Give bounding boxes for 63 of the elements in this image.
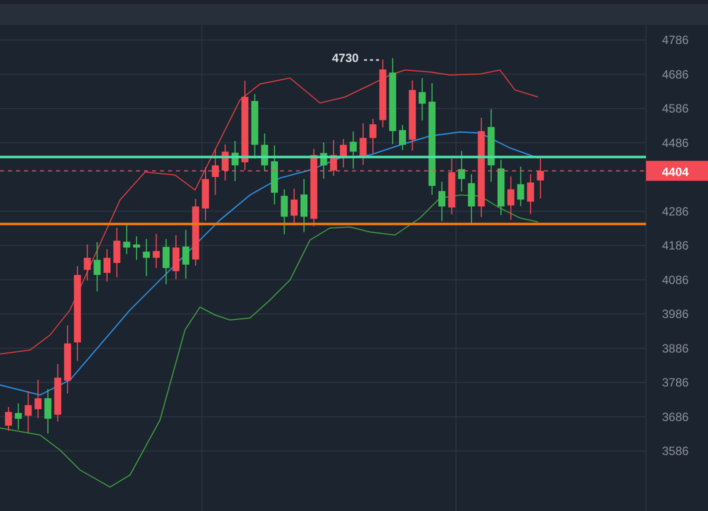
candlestick — [330, 140, 338, 176]
candlestick — [14, 402, 22, 430]
candlestick — [251, 94, 258, 159]
candlestick — [192, 198, 200, 266]
axis-label: 3886 — [662, 341, 689, 356]
candlestick — [517, 166, 524, 207]
candlestick — [94, 242, 101, 292]
candlestick — [182, 229, 190, 280]
candlestick — [104, 248, 110, 282]
candlestick — [536, 158, 544, 200]
candlestick — [379, 59, 386, 128]
peak-label: 4730 — [332, 51, 359, 65]
axis-label: 4086 — [662, 272, 689, 287]
candlestick — [448, 158, 456, 215]
candlestick — [360, 122, 367, 166]
candlestick — [527, 174, 534, 214]
candlestick — [399, 124, 406, 150]
candlestick — [418, 78, 426, 121]
axis-label: 3586 — [662, 444, 689, 458]
candlestick — [54, 364, 62, 422]
candlestick — [468, 174, 475, 226]
candlestick — [280, 188, 288, 235]
candlestick — [64, 324, 72, 394]
candlestick — [222, 144, 229, 181]
candlestick — [232, 140, 239, 182]
candlestick — [438, 181, 446, 222]
candlestick — [133, 236, 140, 260]
candlestick — [498, 159, 504, 216]
candlestick — [84, 244, 91, 281]
candlestick — [152, 233, 160, 269]
candlestick — [202, 166, 209, 221]
candlestick — [24, 390, 32, 433]
axis-label: 4586 — [662, 102, 689, 116]
last-price-tag: 4404 — [646, 160, 708, 181]
candlestick — [5, 406, 12, 432]
axis-label: 4686 — [662, 67, 689, 82]
candlestick — [142, 238, 150, 276]
axis-label: 4786 — [662, 33, 689, 47]
candlestick — [172, 234, 180, 280]
candlestick — [113, 227, 120, 278]
candlestick — [340, 138, 347, 168]
candlestick — [458, 150, 466, 192]
candlestick — [300, 178, 308, 233]
axis-label: 4486 — [662, 136, 689, 150]
candlestick — [212, 148, 219, 196]
axis-label: 3786 — [662, 376, 689, 390]
axis-label: 4186 — [662, 238, 689, 252]
axis-label: 3986 — [662, 307, 689, 321]
candlestick — [290, 188, 298, 226]
peak-leader-line — [364, 59, 382, 61]
candlestick — [507, 176, 514, 220]
candlestick — [350, 130, 357, 170]
axis-label: 3686 — [662, 410, 689, 424]
candlestick — [123, 224, 130, 255]
candlestick — [408, 80, 416, 152]
candlestick — [44, 388, 52, 434]
candlestick — [320, 142, 328, 180]
candlestick — [261, 133, 268, 172]
candlestick — [369, 118, 376, 154]
candlestick — [34, 379, 42, 419]
candlestick — [162, 238, 170, 285]
axis-label: 4286 — [662, 204, 689, 218]
candlestick — [270, 145, 278, 205]
